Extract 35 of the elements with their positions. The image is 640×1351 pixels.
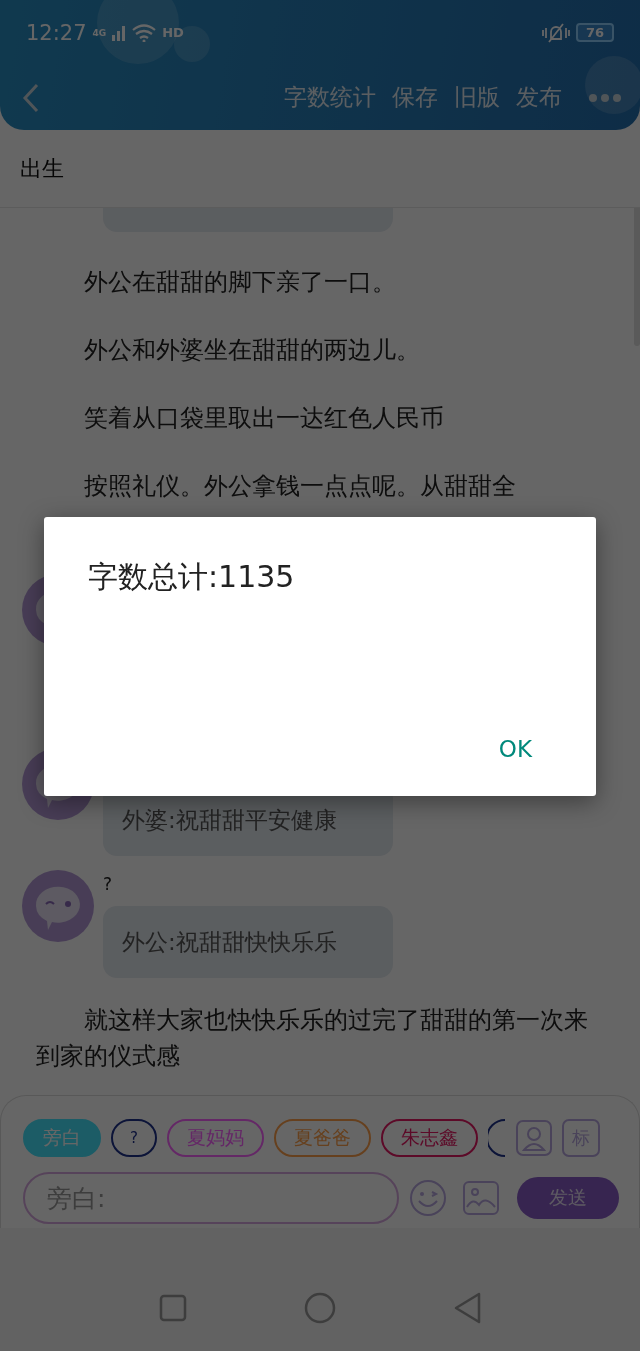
person-icon[interactable]: [516, 1120, 552, 1156]
toolbar-action[interactable]: 发布: [516, 82, 562, 113]
toolbar-action[interactable]: 字数统计: [284, 82, 376, 113]
speaker-name: ?: [103, 873, 114, 896]
network-type: 4G: [92, 27, 107, 38]
role-chip[interactable]: 夏妈妈: [167, 1119, 264, 1157]
signal-icon: [112, 24, 127, 41]
emoji-icon[interactable]: [409, 1179, 447, 1217]
clock: 12:27: [26, 20, 87, 45]
recents-icon[interactable]: [158, 1294, 187, 1322]
ok-button[interactable]: OK: [494, 732, 536, 766]
page-title: 出生: [20, 154, 64, 183]
back-icon[interactable]: [22, 82, 40, 113]
role-chip[interactable]: ?: [111, 1119, 157, 1157]
wifi-icon: [132, 23, 157, 42]
avatar-icon: [22, 870, 94, 942]
role-chip[interactable]: 夏爸爸: [274, 1119, 371, 1157]
hd-call-indicator: HD: [162, 25, 184, 40]
toolbar-action[interactable]: 保存: [392, 82, 438, 113]
home-icon[interactable]: [304, 1292, 336, 1324]
paragraph: 外公在甜甜的脚下亲了一口。: [83, 267, 397, 298]
vibrate-icon: [541, 21, 570, 44]
paragraph: 外公和外婆坐在甜甜的两边儿。: [83, 335, 421, 366]
toolbar-action[interactable]: 旧版: [454, 82, 500, 113]
message-bubble: 外公:祝甜甜快快乐乐: [103, 906, 393, 978]
more-icon[interactable]: [588, 92, 622, 103]
paragraph: 笑着从口袋里取出一达红色人民币: [83, 403, 445, 434]
role-chip[interactable]: [488, 1119, 506, 1157]
paragraph: 就这样大家也快快乐乐的过完了甜甜的第一次来到家的仪式感: [36, 1005, 589, 1072]
role-chip[interactable]: 朱志鑫: [381, 1119, 478, 1157]
image-icon[interactable]: [463, 1181, 499, 1215]
back-nav-icon[interactable]: [453, 1292, 482, 1324]
paragraph: 按照礼仪。外公拿钱一点点呢。从甜甜全: [83, 471, 517, 502]
dialog-message: 字数总计:1135: [88, 558, 296, 596]
role-chip[interactable]: 旁白: [23, 1119, 101, 1157]
